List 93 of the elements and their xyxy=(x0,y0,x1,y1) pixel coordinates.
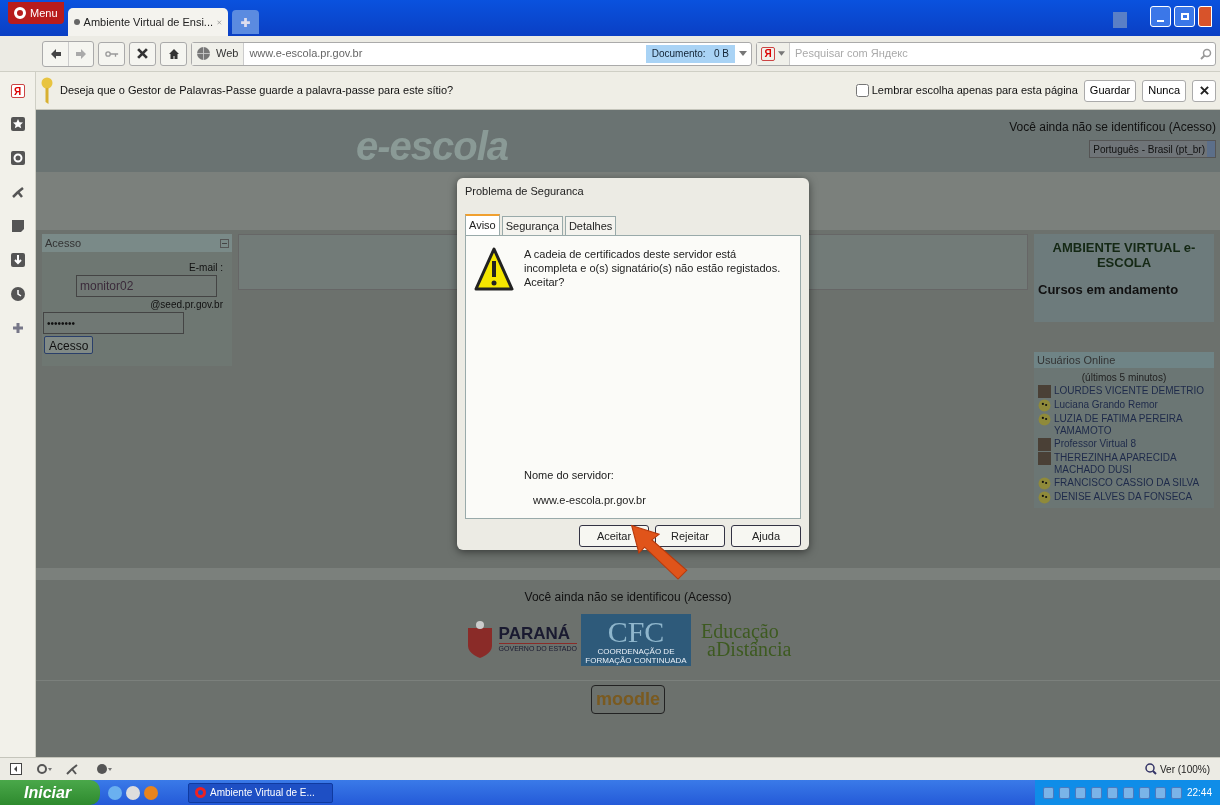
smiley-icon xyxy=(1038,413,1051,426)
user-link[interactable]: FRANCISCO CASSIO DA SILVA xyxy=(1054,477,1200,489)
zoom-level-text[interactable]: Ver (100%) xyxy=(1159,761,1210,777)
user-link[interactable]: DENISE ALVES DA FONSECA xyxy=(1054,491,1193,503)
home-icon xyxy=(167,47,180,60)
restore-button[interactable] xyxy=(1174,6,1195,27)
login-button[interactable]: Acesso xyxy=(44,336,94,354)
clock-icon[interactable] xyxy=(9,286,26,302)
page-icon xyxy=(73,16,80,28)
new-tab-button[interactable] xyxy=(231,10,259,34)
dialog-button[interactable]: Ajuda xyxy=(731,525,801,547)
tab-title: Ambiente Virtual de Ensi... xyxy=(83,14,213,30)
back-arrow-icon xyxy=(49,47,62,60)
dialog-tab[interactable]: Segurança xyxy=(501,216,563,235)
user-link[interactable]: LOURDES VICENTE DEMETRIO xyxy=(1054,385,1205,397)
browser-tab[interactable]: Ambiente Virtual de Ensi... xyxy=(67,8,228,36)
minimize-button[interactable] xyxy=(1150,6,1171,27)
server-label: Nome do servidor: xyxy=(524,468,615,483)
smiley-icon xyxy=(1038,491,1051,504)
browser-icon[interactable] xyxy=(108,785,122,800)
user-link[interactable]: Professor Virtual 8 xyxy=(1054,438,1137,450)
sync-icon[interactable] xyxy=(36,763,52,775)
note-icon[interactable] xyxy=(9,218,26,234)
dialog-tab[interactable]: Aviso xyxy=(465,214,500,235)
dropdown-caret-icon[interactable] xyxy=(739,51,747,56)
login-status-text: Você ainda não se identificou (Acesso) xyxy=(1009,119,1216,136)
yandex-logo[interactable]: Я xyxy=(10,84,25,98)
menu-button[interactable]: Menu xyxy=(8,2,64,24)
globe-icon xyxy=(197,47,210,60)
taskbar-window-button[interactable]: Ambiente Virtual de E... xyxy=(188,782,333,803)
key-icon xyxy=(40,76,54,105)
dialog-button[interactable]: Rejeitar xyxy=(655,525,725,547)
star-icon[interactable] xyxy=(9,116,26,132)
user-link[interactable]: LUZIA DE FATIMA PEREIRA YAMAMOTO xyxy=(1054,413,1210,437)
close-icon xyxy=(137,48,148,59)
moodle-logo: moodle xyxy=(591,685,665,714)
language-select[interactable]: Português - Brasil (pt_br) xyxy=(1089,140,1216,158)
close-button[interactable] xyxy=(1198,6,1212,27)
browser-icon[interactable] xyxy=(126,785,140,800)
url-text: www.e-escola.pr.gov.br xyxy=(248,46,364,62)
plus-icon xyxy=(239,16,251,28)
search-engine-logo: Я xyxy=(761,46,775,61)
server-name: www.e-escola.pr.gov.br xyxy=(533,492,647,508)
close-bar-button[interactable] xyxy=(1192,79,1216,102)
download-icon[interactable] xyxy=(9,252,26,268)
smiley-icon xyxy=(1038,477,1051,490)
dialog-message: A cadeia de certificados deste servidor está incompleta e o(s) signatário(s) não estão registados. Aceitar? xyxy=(524,247,782,290)
email-label: E-mail : xyxy=(189,261,223,275)
document-size-badge: Documento: 0 B xyxy=(645,44,735,63)
user-link[interactable]: THEREZINHA APARECIDA MACHADO DUSI xyxy=(1054,452,1210,476)
password-bar-button[interactable]: Guardar xyxy=(1083,79,1137,102)
smiley-icon xyxy=(1038,399,1051,412)
info-subtitle: Cursos em andamento xyxy=(1038,281,1179,299)
remember-label: Lembrar escolha apenas para esta página xyxy=(871,83,1078,99)
cfc-title: CFC xyxy=(607,617,665,647)
address-scope-label: Web xyxy=(216,46,239,62)
zoom-icon[interactable] xyxy=(1144,763,1157,775)
panel-toggle-icon[interactable] xyxy=(10,763,22,775)
dialog-title: Problema de Seguranca xyxy=(465,183,585,199)
user-link[interactable]: Luciana Grando Remor xyxy=(1054,399,1158,411)
key-icon xyxy=(104,49,119,58)
email-domain-text: @seed.pr.gov.br xyxy=(150,298,223,312)
start-button[interactable]: Iniciar xyxy=(0,780,100,805)
search-icon[interactable] xyxy=(1200,47,1212,60)
user-photo-placeholder xyxy=(1038,438,1051,451)
block-title: Usuários Online xyxy=(1037,352,1116,368)
clock-text: 22:44 xyxy=(1186,786,1212,800)
email-field[interactable]: monitor02 xyxy=(76,275,217,297)
stop-button[interactable] xyxy=(129,41,156,66)
user-photo-placeholder xyxy=(1038,385,1051,398)
user-photo-placeholder xyxy=(1038,452,1051,465)
info-title: AMBIENTE VIRTUAL e-ESCOLA xyxy=(1051,240,1197,270)
block-title: Acesso xyxy=(45,235,82,251)
dialog-tab[interactable]: Detalhes xyxy=(564,216,617,235)
cfc-subtitle: COORDENAÇÃO DE FORMAÇÃO CONTINUADA xyxy=(584,647,688,665)
parana-title: PARANÁ xyxy=(498,625,572,644)
password-prompt: Deseja que o Gestor de Palavras-Passe guarde a palavra-passe para este sítio? xyxy=(60,83,454,99)
warning-icon xyxy=(474,247,514,293)
address-field[interactable]: Web www.e-escola.pr.gov.br Documento: 0 B xyxy=(191,41,752,66)
online-note: (últimos 5 minutos) xyxy=(1080,371,1168,385)
remember-checkbox[interactable] xyxy=(855,84,869,97)
close-icon xyxy=(1199,86,1209,95)
footer-login-status: Você ainda não se identificou (Acesso) xyxy=(524,589,732,606)
search-input[interactable]: Pesquisar com Яндекс xyxy=(790,45,1197,62)
password-bar-button[interactable]: Nunca xyxy=(1142,79,1186,102)
speed-dial-icon[interactable] xyxy=(96,763,112,775)
password-field[interactable]: •••••••• xyxy=(43,312,184,334)
home-button[interactable] xyxy=(160,41,187,66)
search-field[interactable]: Я Pesquisar com Яндекс xyxy=(756,41,1216,66)
forward-arrow-icon xyxy=(75,47,87,60)
dropdown-caret-icon xyxy=(778,51,785,56)
gear-icon[interactable] xyxy=(9,150,26,166)
collapse-button[interactable] xyxy=(220,238,229,248)
